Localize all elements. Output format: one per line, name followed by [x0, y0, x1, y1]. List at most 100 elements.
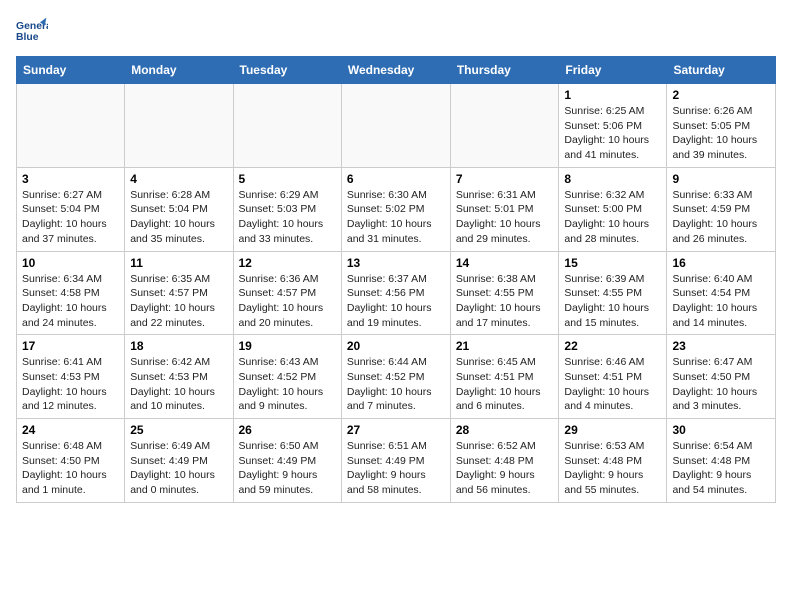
calendar-cell: 1Sunrise: 6:25 AMSunset: 5:06 PMDaylight… [559, 84, 667, 168]
weekday-header-tuesday: Tuesday [233, 57, 341, 84]
calendar-cell: 5 Sunrise: 6:29 AMSunset: 5:03 PMDaylight… [233, 167, 341, 251]
day-info: Sunrise: 6:27 AMSunset: 5:04 PMDaylight:… [22, 188, 119, 247]
weekday-header-monday: Monday [125, 57, 233, 84]
day-number: 29 [564, 423, 661, 437]
day-number: 2 [672, 88, 770, 102]
calendar-cell: 30 Sunrise: 6:54 AMSunset: 4:48 PMDayligh… [667, 419, 776, 503]
calendar-cell: 16Sunrise: 6:40 AMSunset: 4:54 PMDayligh… [667, 251, 776, 335]
calendar-cell: 14 Sunrise: 6:38 AMSunset: 4:55 PMDayligh… [450, 251, 559, 335]
logo: General Blue [16, 16, 48, 48]
calendar-cell [125, 84, 233, 168]
day-info: Sunrise: 6:28 AMSunset: 5:04 PMDaylight:… [130, 188, 227, 247]
calendar-cell: 11 Sunrise: 6:35 AMSunset: 4:57 PMDayligh… [125, 251, 233, 335]
day-info: Sunrise: 6:52 AMSunset: 4:48 PMDaylight:… [456, 439, 554, 498]
day-number: 7 [456, 172, 554, 186]
day-number: 22 [564, 339, 661, 353]
day-number: 17 [22, 339, 119, 353]
day-info: Sunrise: 6:39 AMSunset: 4:55 PMDaylight:… [564, 272, 661, 331]
calendar-cell: 6 Sunrise: 6:30 AMSunset: 5:02 PMDaylight… [341, 167, 450, 251]
calendar-cell [233, 84, 341, 168]
day-number: 15 [564, 256, 661, 270]
day-info: Sunrise: 6:36 AMSunset: 4:57 PMDaylight:… [239, 272, 336, 331]
calendar-cell: 4 Sunrise: 6:28 AMSunset: 5:04 PMDaylight… [125, 167, 233, 251]
day-number: 13 [347, 256, 445, 270]
day-info: Sunrise: 6:35 AMSunset: 4:57 PMDaylight:… [130, 272, 227, 331]
day-number: 28 [456, 423, 554, 437]
day-info: Sunrise: 6:26 AMSunset: 5:05 PMDaylight:… [672, 104, 770, 163]
day-info: Sunrise: 6:29 AMSunset: 5:03 PMDaylight:… [239, 188, 336, 247]
day-number: 1 [564, 88, 661, 102]
calendar-cell: 8 Sunrise: 6:32 AMSunset: 5:00 PMDaylight… [559, 167, 667, 251]
day-number: 9 [672, 172, 770, 186]
day-number: 23 [672, 339, 770, 353]
calendar-cell: 22 Sunrise: 6:46 AMSunset: 4:51 PMDayligh… [559, 335, 667, 419]
calendar-cell: 2 Sunrise: 6:26 AMSunset: 5:05 PMDaylight… [667, 84, 776, 168]
calendar-cell: 17 Sunrise: 6:41 AMSunset: 4:53 PMDayligh… [17, 335, 125, 419]
day-info: Sunrise: 6:30 AMSunset: 5:02 PMDaylight:… [347, 188, 445, 247]
weekday-header-sunday: Sunday [17, 57, 125, 84]
day-number: 8 [564, 172, 661, 186]
calendar-cell: 28 Sunrise: 6:52 AMSunset: 4:48 PMDayligh… [450, 419, 559, 503]
weekday-header-saturday: Saturday [667, 57, 776, 84]
weekday-header-wednesday: Wednesday [341, 57, 450, 84]
calendar-cell [17, 84, 125, 168]
calendar-cell: 10 Sunrise: 6:34 AMSunset: 4:58 PMDayligh… [17, 251, 125, 335]
day-number: 6 [347, 172, 445, 186]
logo-icon: General Blue [16, 16, 48, 48]
day-info: Sunrise: 6:32 AMSunset: 5:00 PMDaylight:… [564, 188, 661, 247]
calendar-cell: 15 Sunrise: 6:39 AMSunset: 4:55 PMDayligh… [559, 251, 667, 335]
calendar-cell: 26 Sunrise: 6:50 AMSunset: 4:49 PMDayligh… [233, 419, 341, 503]
calendar-cell: 29 Sunrise: 6:53 AMSunset: 4:48 PMDayligh… [559, 419, 667, 503]
day-info: Sunrise: 6:38 AMSunset: 4:55 PMDaylight:… [456, 272, 554, 331]
day-info: Sunrise: 6:45 AMSunset: 4:51 PMDaylight:… [456, 355, 554, 414]
day-info: Sunrise: 6:50 AMSunset: 4:49 PMDaylight:… [239, 439, 336, 498]
calendar-cell: 23 Sunrise: 6:47 AMSunset: 4:50 PMDayligh… [667, 335, 776, 419]
day-number: 20 [347, 339, 445, 353]
day-info: Sunrise: 6:47 AMSunset: 4:50 PMDaylight:… [672, 355, 770, 414]
day-number: 18 [130, 339, 227, 353]
day-info: Sunrise: 6:42 AMSunset: 4:53 PMDaylight:… [130, 355, 227, 414]
day-number: 25 [130, 423, 227, 437]
calendar-cell: 25 Sunrise: 6:49 AMSunset: 4:49 PMDayligh… [125, 419, 233, 503]
calendar-cell: 3 Sunrise: 6:27 AMSunset: 5:04 PMDaylight… [17, 167, 125, 251]
day-number: 4 [130, 172, 227, 186]
day-info: Sunrise: 6:49 AMSunset: 4:49 PMDaylight:… [130, 439, 227, 498]
day-number: 27 [347, 423, 445, 437]
day-number: 26 [239, 423, 336, 437]
day-info: Sunrise: 6:53 AMSunset: 4:48 PMDaylight:… [564, 439, 661, 498]
day-number: 3 [22, 172, 119, 186]
calendar-cell: 7 Sunrise: 6:31 AMSunset: 5:01 PMDaylight… [450, 167, 559, 251]
calendar-cell [341, 84, 450, 168]
day-info: Sunrise: 6:43 AMSunset: 4:52 PMDaylight:… [239, 355, 336, 414]
day-number: 16 [672, 256, 770, 270]
day-info: Sunrise: 6:41 AMSunset: 4:53 PMDaylight:… [22, 355, 119, 414]
day-number: 24 [22, 423, 119, 437]
calendar-cell [450, 84, 559, 168]
calendar-cell: 24Sunrise: 6:48 AMSunset: 4:50 PMDayligh… [17, 419, 125, 503]
calendar-cell: 19Sunrise: 6:43 AMSunset: 4:52 PMDayligh… [233, 335, 341, 419]
day-info: Sunrise: 6:54 AMSunset: 4:48 PMDaylight:… [672, 439, 770, 498]
day-info: Sunrise: 6:44 AMSunset: 4:52 PMDaylight:… [347, 355, 445, 414]
day-info: Sunrise: 6:33 AMSunset: 4:59 PMDaylight:… [672, 188, 770, 247]
day-number: 5 [239, 172, 336, 186]
day-info: Sunrise: 6:37 AMSunset: 4:56 PMDaylight:… [347, 272, 445, 331]
day-number: 11 [130, 256, 227, 270]
day-number: 12 [239, 256, 336, 270]
page-header: General Blue [16, 16, 776, 48]
day-info: Sunrise: 6:46 AMSunset: 4:51 PMDaylight:… [564, 355, 661, 414]
day-info: Sunrise: 6:31 AMSunset: 5:01 PMDaylight:… [456, 188, 554, 247]
day-info: Sunrise: 6:34 AMSunset: 4:58 PMDaylight:… [22, 272, 119, 331]
calendar-cell: 27Sunrise: 6:51 AMSunset: 4:49 PMDayligh… [341, 419, 450, 503]
calendar-table: SundayMondayTuesdayWednesdayThursdayFrid… [16, 56, 776, 503]
day-number: 10 [22, 256, 119, 270]
calendar-cell: 12 Sunrise: 6:36 AMSunset: 4:57 PMDayligh… [233, 251, 341, 335]
calendar-cell: 9 Sunrise: 6:33 AMSunset: 4:59 PMDaylight… [667, 167, 776, 251]
calendar-cell: 21 Sunrise: 6:45 AMSunset: 4:51 PMDayligh… [450, 335, 559, 419]
day-number: 21 [456, 339, 554, 353]
day-number: 30 [672, 423, 770, 437]
day-number: 14 [456, 256, 554, 270]
weekday-header-thursday: Thursday [450, 57, 559, 84]
svg-text:Blue: Blue [16, 32, 39, 43]
calendar-cell: 13 Sunrise: 6:37 AMSunset: 4:56 PMDayligh… [341, 251, 450, 335]
calendar-cell: 20 Sunrise: 6:44 AMSunset: 4:52 PMDayligh… [341, 335, 450, 419]
